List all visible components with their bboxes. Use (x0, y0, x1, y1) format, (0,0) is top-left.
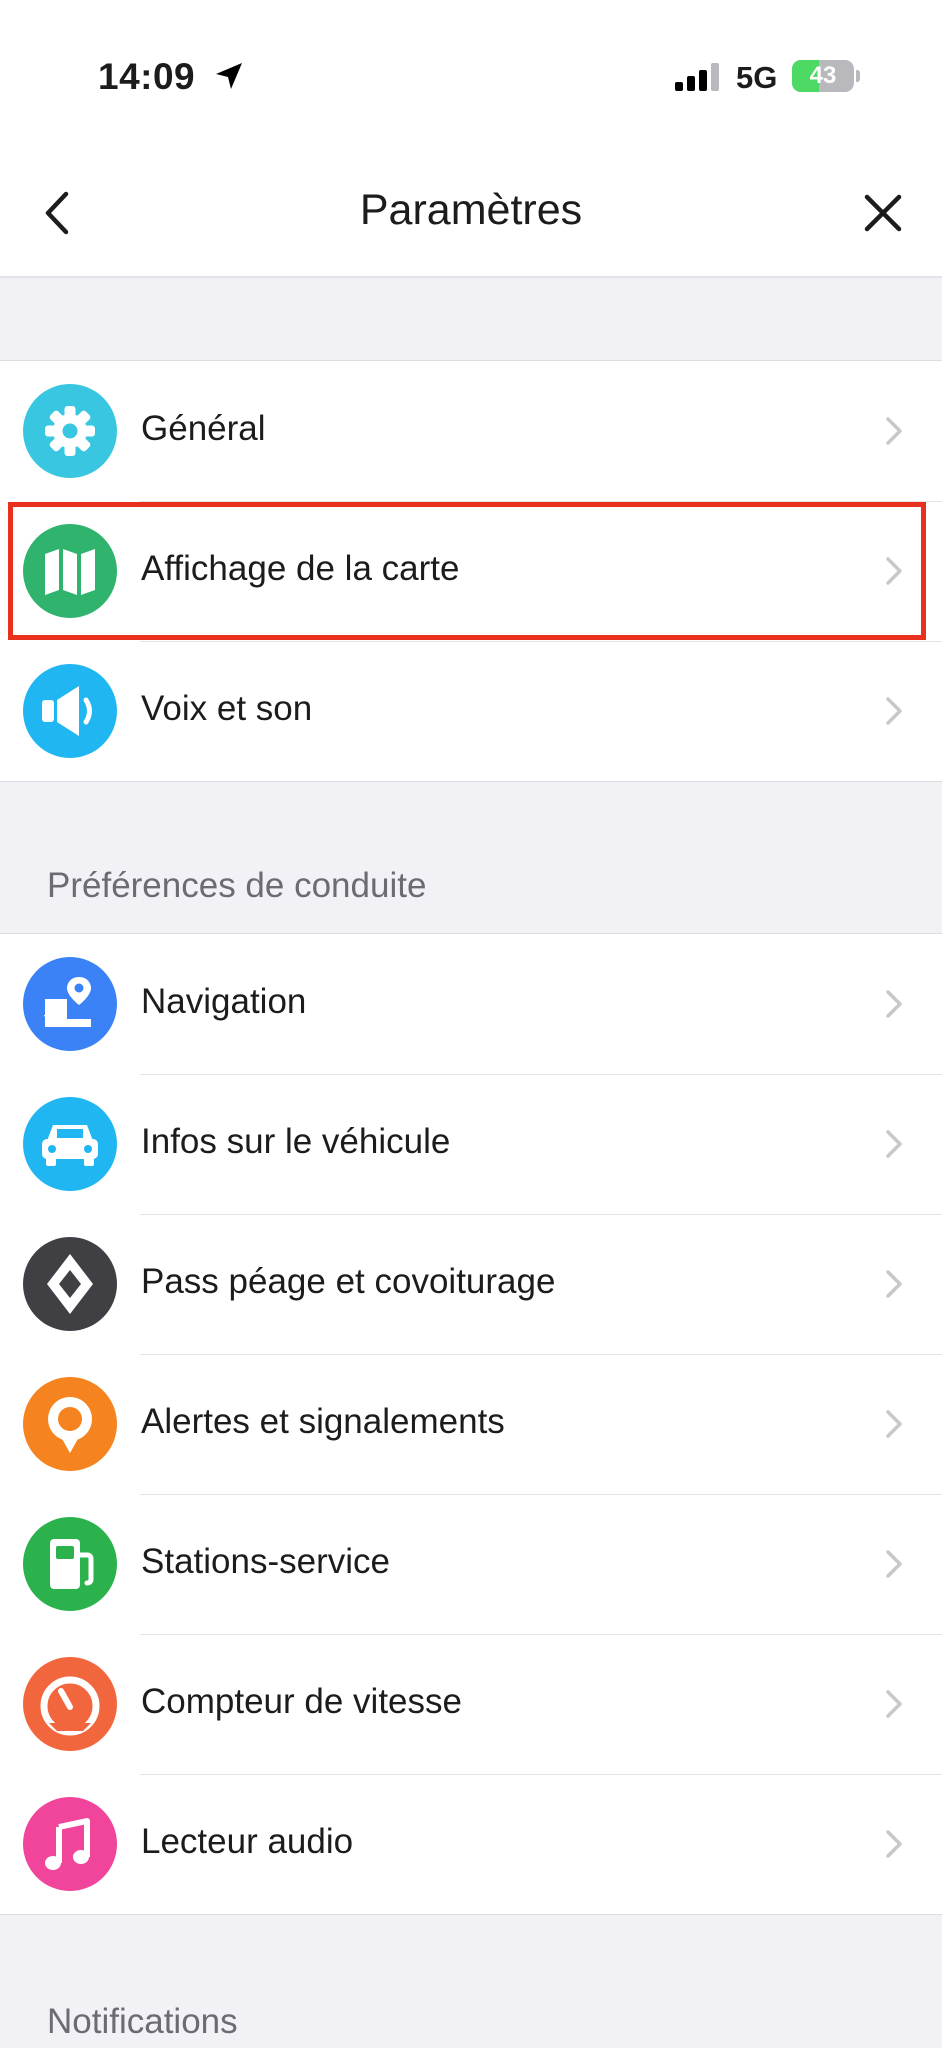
chevron-right-icon (886, 1410, 902, 1438)
battery-percent: 43 (809, 62, 837, 89)
settings-item-label: Alertes et signalements (141, 1402, 505, 1441)
alert-pin-icon (23, 1377, 117, 1471)
settings-item-fuel-stations[interactable]: Stations-service (0, 1494, 942, 1634)
chevron-right-icon (886, 990, 902, 1018)
navigation-bar: Paramètres (0, 150, 942, 278)
chevron-right-icon (886, 1270, 902, 1298)
settings-item-label: Infos sur le véhicule (141, 1122, 451, 1161)
navigation-icon (23, 957, 117, 1051)
music-icon (23, 1797, 117, 1891)
settings-item-label: Général (141, 409, 266, 448)
chevron-right-icon (886, 697, 902, 725)
battery-indicator: 43 (792, 60, 860, 92)
settings-section-driving: Navigation Infos sur le véhicule Pass pé… (0, 933, 942, 1915)
chevron-right-icon (886, 1830, 902, 1858)
map-icon (23, 524, 117, 618)
speedometer-icon (23, 1657, 117, 1751)
settings-item-general[interactable]: Général (0, 361, 942, 501)
settings-item-label: Lecteur audio (141, 1822, 354, 1861)
status-bar: 14:09 5G 43 (0, 0, 942, 150)
settings-item-label: Stations-service (141, 1542, 390, 1581)
settings-item-map-display[interactable]: Affichage de la carte (0, 501, 942, 641)
section-header-notifications: Notifications (47, 2002, 238, 2041)
settings-item-navigation[interactable]: Navigation (0, 934, 942, 1074)
close-icon[interactable] (862, 192, 904, 234)
chevron-right-icon (886, 557, 902, 585)
car-icon (23, 1097, 117, 1191)
location-arrow-icon (216, 63, 242, 89)
network-type: 5G (736, 60, 778, 95)
page-title: Paramètres (359, 186, 583, 234)
status-time: 14:09 (98, 56, 196, 97)
settings-section-main: Général Affichage de la carte Voix et so… (0, 360, 942, 782)
settings-item-vehicle-info[interactable]: Infos sur le véhicule (0, 1074, 942, 1214)
settings-item-label: Voix et son (141, 689, 313, 728)
settings-item-label: Navigation (141, 982, 307, 1021)
chevron-right-icon (886, 1690, 902, 1718)
settings-item-audio-player[interactable]: Lecteur audio (0, 1774, 942, 1914)
fuel-icon (23, 1517, 117, 1611)
chevron-right-icon (886, 1130, 902, 1158)
settings-item-toll-pass[interactable]: Pass péage et covoiturage (0, 1214, 942, 1354)
settings-item-speedometer[interactable]: Compteur de vitesse (0, 1634, 942, 1774)
cellular-signal-icon (675, 63, 719, 91)
settings-item-voice-sound[interactable]: Voix et son (0, 641, 942, 781)
settings-item-label: Pass péage et covoiturage (141, 1262, 556, 1301)
settings-item-label: Compteur de vitesse (141, 1682, 462, 1721)
chevron-right-icon (886, 417, 902, 445)
chevron-right-icon (886, 1550, 902, 1578)
settings-item-alerts[interactable]: Alertes et signalements (0, 1354, 942, 1494)
toll-pass-icon (23, 1237, 117, 1331)
settings-item-label: Affichage de la carte (141, 549, 460, 588)
section-header-driving-preferences: Préférences de conduite (47, 866, 427, 905)
speaker-icon (23, 664, 117, 758)
gear-icon (23, 384, 117, 478)
